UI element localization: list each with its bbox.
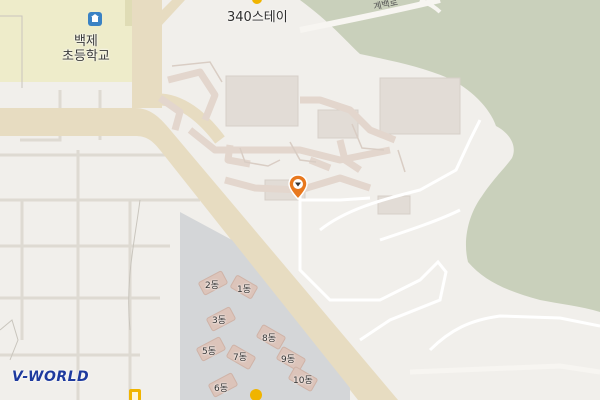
- building-label: 3동: [212, 316, 227, 326]
- school-label[interactable]: 백제 초등학교: [62, 34, 110, 64]
- map-view[interactable]: 백제 초등학교 340스테이 계백로 2동 1동 3동 8동 5동 7동 9동 …: [0, 0, 600, 400]
- location-marker-icon[interactable]: [288, 174, 308, 200]
- school-icon-roof: [91, 14, 99, 17]
- school-icon[interactable]: [88, 12, 102, 26]
- school-label-line1: 백제: [73, 34, 98, 49]
- building-label: 7동: [233, 353, 248, 363]
- building-label: 8동: [262, 334, 277, 344]
- road-vertical: [132, 0, 162, 108]
- building-label: 5동: [202, 347, 217, 357]
- school-label-line2: 초등학교: [62, 49, 110, 64]
- building-label: 6동: [214, 384, 229, 394]
- apartment-poi-icon[interactable]: [250, 389, 262, 400]
- building-label: 10동: [293, 376, 313, 386]
- building-label: 2동: [205, 281, 220, 291]
- school-icon-glyph: [92, 17, 98, 22]
- stay-label[interactable]: 340스테이: [227, 6, 288, 25]
- building-label: 1동: [237, 285, 252, 295]
- building-poi-glyph: [132, 392, 138, 400]
- building-poi-icon[interactable]: [129, 389, 141, 400]
- building-label: 9동: [281, 355, 296, 365]
- provider-logo: V-WORLD: [12, 369, 90, 385]
